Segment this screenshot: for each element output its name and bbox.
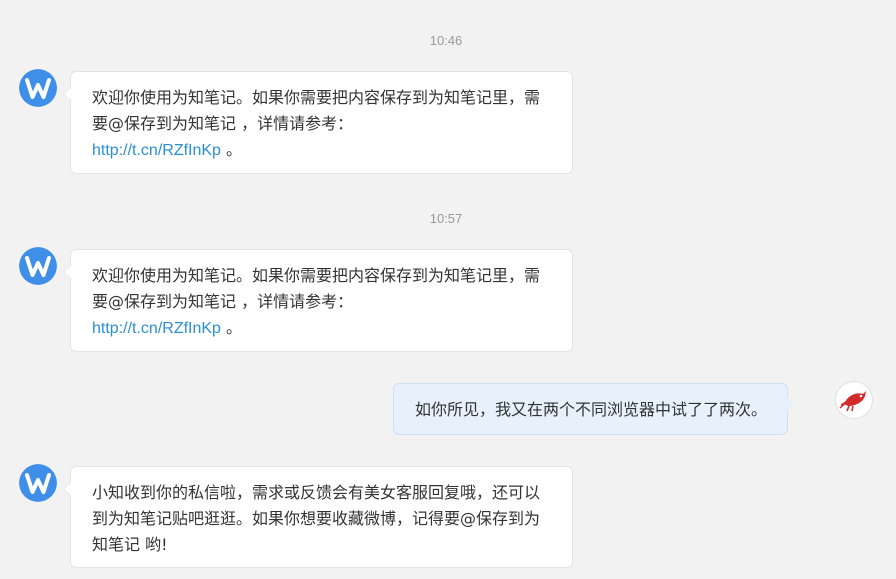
bot-avatar[interactable] xyxy=(19,69,57,107)
message-text-end: 。 xyxy=(220,140,243,159)
my-message-bubble: 如你所见，我又在两个不同浏览器中试了了两次。 xyxy=(393,383,796,435)
red-bird-icon xyxy=(839,391,866,412)
message-bubble: 欢迎你使用为知笔记。如果你需要把内容保存到为知笔记里，需要@保存到为知笔记 ，详… xyxy=(63,249,573,352)
message-bubble: 欢迎你使用为知笔记。如果你需要把内容保存到为知笔记里，需要@保存到为知笔记 ，详… xyxy=(63,71,573,174)
message-text-end: 。 xyxy=(220,318,243,337)
wiz-w-logo-icon xyxy=(19,69,57,107)
message-text: 小知收到你的私信啦，需求或反馈会有美女客服回复哦，还可以到为知笔记贴吧逛逛。如果… xyxy=(92,483,541,554)
message-bubble: 小知收到你的私信啦，需求或反馈会有美女客服回复哦，还可以到为知笔记贴吧逛逛。如果… xyxy=(63,466,573,568)
bot-avatar[interactable] xyxy=(19,464,57,502)
message-text: 如你所见，我又在两个不同浏览器中试了了两次。 xyxy=(415,400,768,419)
message-link[interactable]: http://t.cn/RZfInKp xyxy=(92,142,221,159)
my-avatar[interactable] xyxy=(835,381,873,419)
message-link[interactable]: http://t.cn/RZfInKp xyxy=(92,320,221,337)
timestamp: 10:57 xyxy=(429,211,463,226)
bot-avatar[interactable] xyxy=(19,247,57,285)
timestamp: 10:46 xyxy=(429,33,463,48)
message-text: 欢迎你使用为知笔记。如果你需要把内容保存到为知笔记里，需要@保存到为知笔记 ，详… xyxy=(92,88,541,133)
wiz-w-logo-icon xyxy=(19,247,57,285)
message-text: 欢迎你使用为知笔记。如果你需要把内容保存到为知笔记里，需要@保存到为知笔记 ，详… xyxy=(92,266,541,311)
wiz-w-logo-icon xyxy=(19,464,57,502)
